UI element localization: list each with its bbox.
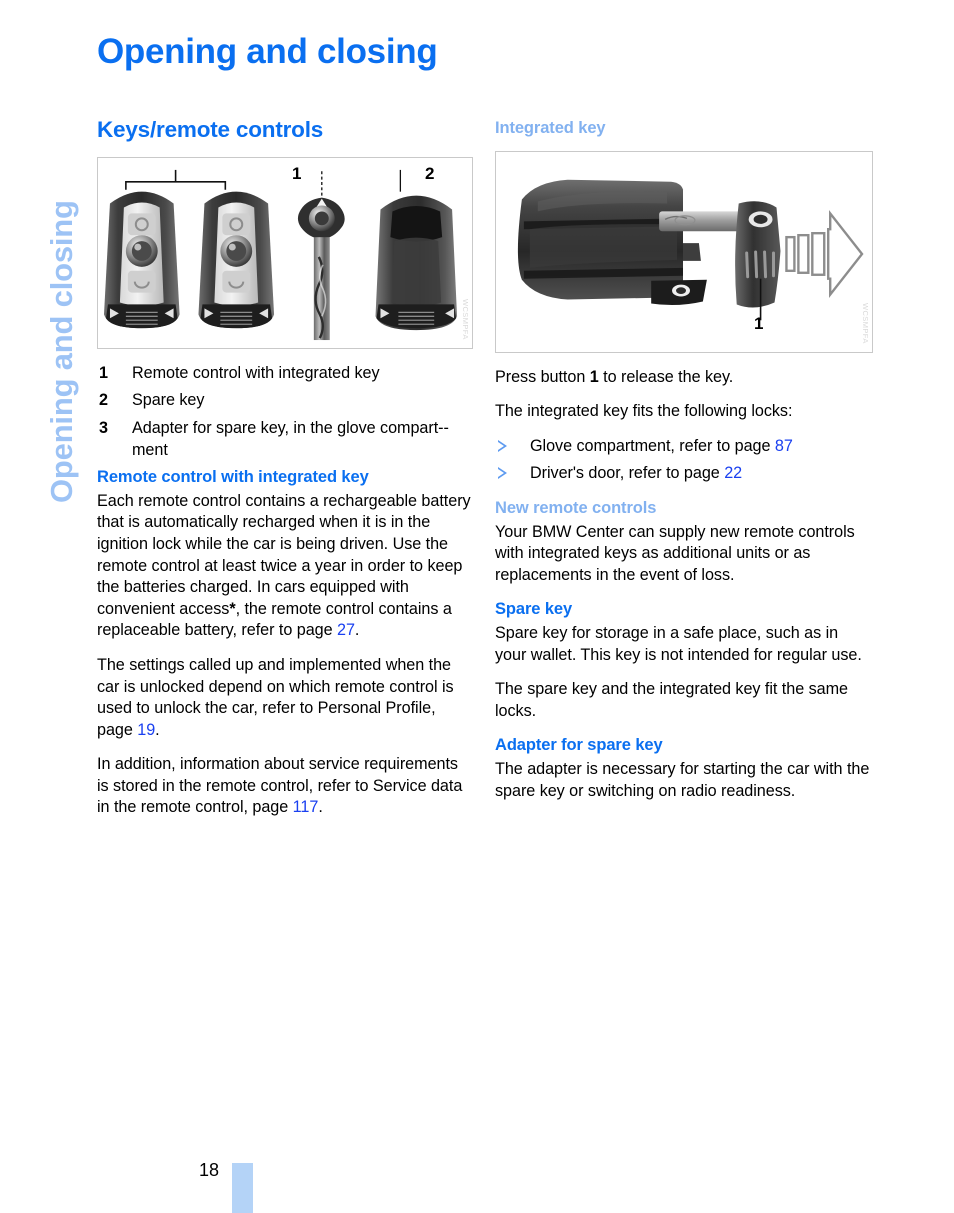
legend-number: 1 [99, 363, 108, 382]
running-head-tab: Opening and closing [0, 0, 96, 560]
legend-number: 2 [99, 391, 108, 410]
figure-integrated-key-artwork [500, 156, 868, 348]
page-reference-link[interactable]: 19 [137, 721, 155, 739]
figure-callout-1: 1 [292, 163, 302, 183]
figure-keys-overview-artwork [102, 162, 468, 344]
left-column: Keys/remote controls 1 2 WCSMPFA 1 Remot… [97, 117, 473, 819]
paragraph-remote-control-battery: Each remote control contains a rechargea… [97, 491, 473, 642]
paragraph-service-data: In addition, information about service r… [97, 754, 473, 819]
paragraph-text: Press button [495, 367, 590, 386]
subsection-heading-integrated-key: Integrated key [495, 119, 606, 137]
right-column: Integrated key 1 WCSMPFA Press button 1 … [495, 118, 873, 802]
paragraph-new-remote-controls: Your BMW Center can supply new remote co… [495, 522, 855, 584]
figure-legend-list: 1 Remote control with integrated key 2 S… [97, 363, 473, 461]
paragraph-text: In addition, information about service r… [97, 755, 463, 817]
figure-integrated-key: 1 WCSMPFA [495, 150, 873, 353]
page-reference-link[interactable]: 22 [724, 464, 742, 482]
page-reference-link[interactable]: 117 [293, 798, 319, 816]
paragraph-text-end: to release the key. [598, 367, 734, 386]
triangle-bullet-icon [498, 439, 507, 452]
integrated-key-illustration [517, 179, 864, 320]
paragraph-adapter-for-spare-key: The adapter is necessary for starting th… [495, 760, 870, 800]
paragraph-personal-profile: The settings called up and implemented w… [97, 655, 473, 741]
legend-text: Adapter for spare key, in the glove comp… [132, 418, 449, 459]
callout-reference: 1 [589, 367, 599, 386]
page-reference-link[interactable]: 87 [775, 437, 793, 455]
paragraph-text-end: . [155, 720, 160, 739]
figure-keys-overview: 1 2 3 WCSMPFA [97, 156, 473, 349]
list-item: 3 Adapter for spare key, in the glove co… [97, 418, 473, 461]
subsection-heading-adapter-for-spare-key: Adapter for spare key [495, 736, 663, 755]
legend-text: Spare key [132, 391, 205, 410]
page-number: 18 [199, 1160, 220, 1180]
keys-overview-illustration [103, 169, 458, 340]
figure-watermark: WCSMPFA [461, 299, 470, 340]
list-item: 1 Remote control with integrated key [97, 363, 473, 385]
figure-watermark: WCSMPFA [861, 302, 870, 344]
paragraph-spare-key-locks: The spare key and the integrated key fit… [495, 680, 848, 720]
list-item: Glove compartment, refer to page 87 [495, 436, 873, 458]
figure-callout-2: 2 [425, 163, 435, 183]
legend-text: Remote control with integrated key [132, 363, 380, 382]
paragraph-text-end: . [318, 798, 323, 817]
bullet-text: Glove compartment, refer to page [530, 436, 775, 455]
running-head-text: Opening and closing [44, 200, 79, 503]
legend-number: 3 [99, 418, 108, 437]
paragraph-press-button-release: Press button 1 to release the key. [495, 367, 873, 389]
figure-callout-1: 1 [754, 313, 764, 333]
page-reference-link[interactable]: 27 [337, 621, 355, 639]
subsection-heading-spare-key: Spare key [495, 600, 573, 619]
list-item: Driver's door, refer to page 22 [495, 463, 873, 485]
locks-bullet-list: Glove compartment, refer to page 87 Driv… [495, 436, 873, 485]
paragraph-spare-key-storage: Spare key for storage in a safe place, s… [495, 624, 862, 664]
paragraph-text-end: . [354, 621, 360, 640]
section-heading-keys-remote-controls: Keys/remote controls [97, 117, 324, 142]
triangle-bullet-icon [498, 467, 507, 480]
subsection-heading-new-remote-controls: New remote controls [495, 499, 657, 517]
list-item: 2 Spare key [97, 390, 473, 412]
page-marker-bar [232, 1163, 253, 1213]
subsection-heading-remote-control-with-integrated-key: Remote control with integrated key [97, 468, 369, 487]
page-title: Opening and closing [97, 32, 438, 71]
bullet-text: Driver's door, refer to page [530, 464, 725, 483]
paragraph-fits-following-locks: The integrated key fits the following lo… [495, 402, 793, 421]
